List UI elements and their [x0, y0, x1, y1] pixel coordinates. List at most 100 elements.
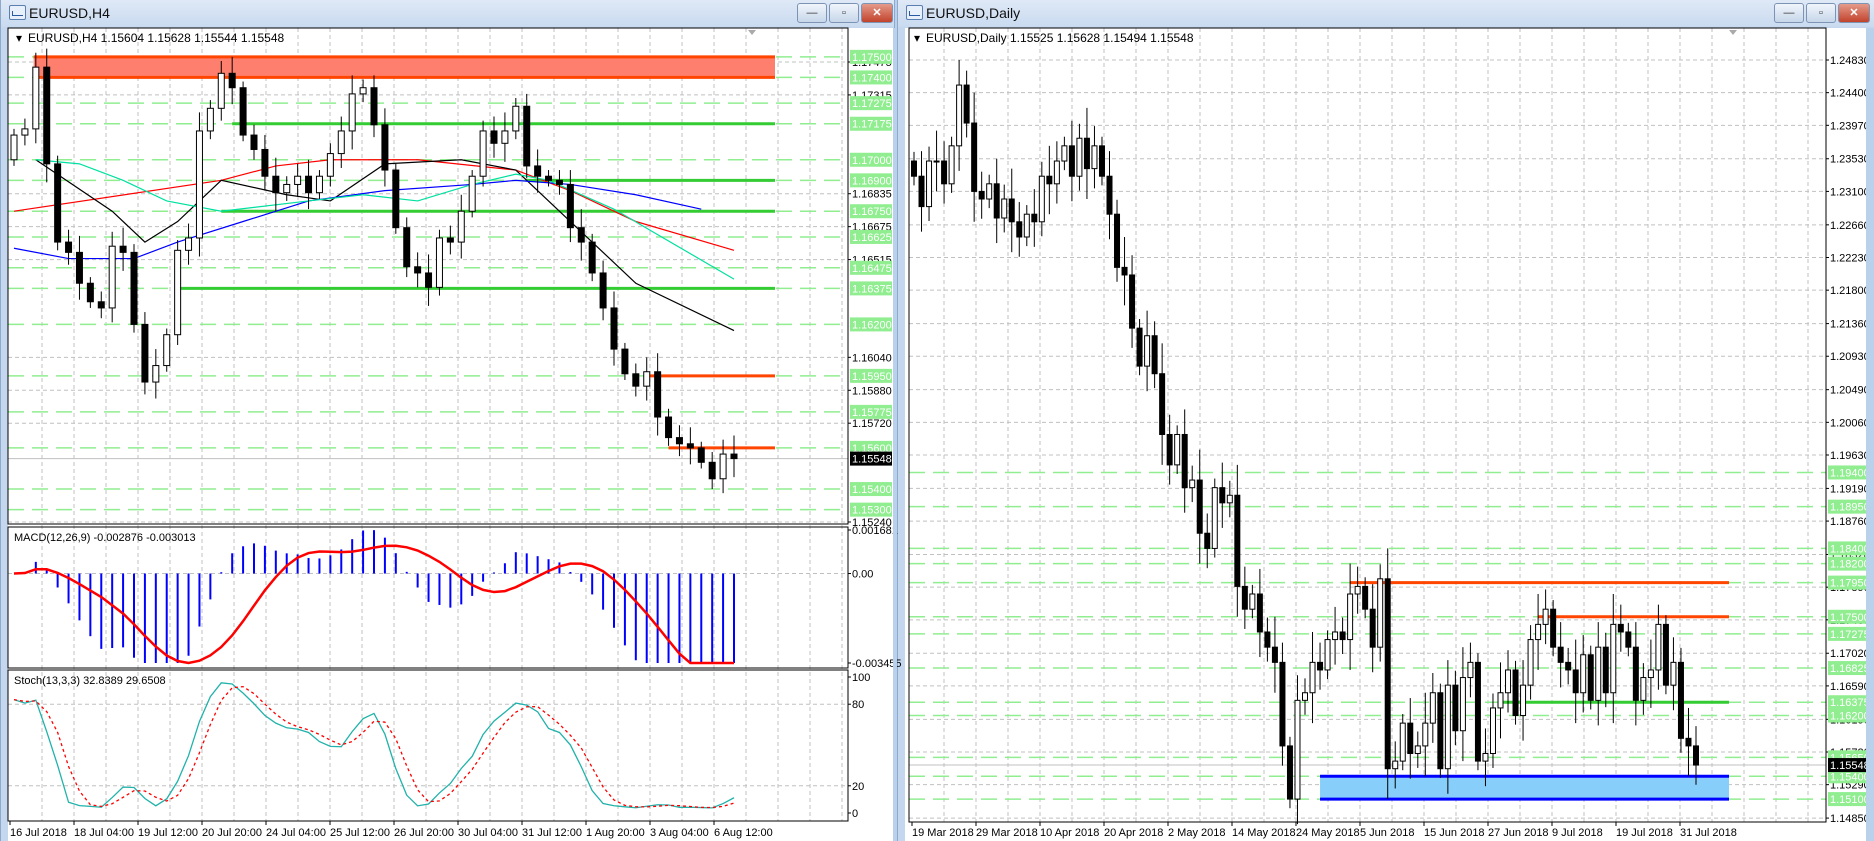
bullish-candle-body [948, 145, 955, 185]
bearish-candle-body [1602, 646, 1609, 694]
time-axis-label: 31 Jul 2018 [1680, 827, 1737, 839]
bearish-candle-body [228, 72, 236, 89]
bearish-candle-body [414, 266, 422, 274]
bearish-candle-body [141, 323, 149, 383]
bearish-candle-body [1625, 631, 1632, 648]
daily-collapse-icon[interactable]: ▾ [914, 31, 920, 45]
bullish-candle-body [359, 87, 367, 95]
bullish-candle-body [1535, 623, 1542, 641]
bullish-candle-body [195, 130, 203, 239]
bearish-candle-body [675, 437, 683, 445]
level-price-label: 1.17275 [852, 98, 892, 110]
time-axis-label: 15 Jun 2018 [1424, 827, 1485, 839]
daily-scrollbar[interactable] [1866, 28, 1874, 841]
bearish-candle-body [490, 130, 498, 144]
time-axis-label: 26 Jul 20:00 [394, 827, 454, 839]
bearish-candle-body [1362, 585, 1369, 610]
level-price-label: 1.17500 [852, 52, 892, 64]
level-price-label: 1.15950 [852, 371, 892, 383]
candle [1474, 653, 1481, 771]
bearish-candle-body [97, 301, 105, 309]
bearish-candle-body [1271, 646, 1278, 663]
bearish-candle-body [1159, 373, 1166, 435]
candle [54, 155, 62, 251]
bearish-candle-body [1046, 175, 1053, 185]
bullish-candle-body [1377, 578, 1384, 648]
bearish-candle-body [75, 251, 83, 284]
candle [43, 48, 51, 183]
bearish-candle-body [1587, 654, 1594, 701]
bearish-candle-body [1031, 213, 1038, 223]
bullish-candle-body [348, 93, 356, 132]
price-axis-label: 1.20060 [1830, 417, 1870, 429]
bearish-candle-body [1241, 585, 1248, 610]
time-axis-label: 2 May 2018 [1168, 827, 1225, 839]
bullish-candle-body [926, 160, 933, 208]
bullish-candle-body [174, 249, 182, 336]
resistance-zone [33, 56, 776, 78]
bearish-candle-body [1437, 692, 1444, 770]
bullish-candle-body [1505, 669, 1512, 694]
charts-canvas[interactable]: 1.174751.173151.168351.166751.165151.160… [0, 0, 1874, 841]
h4-collapse-icon[interactable]: ▾ [16, 31, 22, 45]
price-axis-label: 1.24830 [1830, 55, 1870, 67]
price-axis-label: 1.22660 [1830, 220, 1870, 232]
level-price-label: 1.18200 [1830, 559, 1870, 571]
bullish-candle-body [217, 72, 225, 109]
candle [1512, 660, 1519, 725]
bullish-candle-body [1640, 677, 1647, 701]
bearish-candle-body [1474, 661, 1481, 762]
bearish-candle-body [1617, 623, 1624, 633]
time-axis-label: 27 Jun 2018 [1488, 827, 1549, 839]
time-axis-label: 20 Jul 20:00 [202, 827, 262, 839]
level-price-label: 1.17175 [852, 119, 892, 131]
candle [468, 170, 476, 218]
level-price-label: 1.18400 [1830, 543, 1870, 555]
bullish-candle-body [1061, 145, 1068, 162]
bullish-candle-body [933, 160, 940, 163]
bearish-candle-body [697, 447, 705, 463]
candle [523, 93, 531, 179]
bearish-candle-body [978, 190, 985, 200]
level-price-label: 1.17950 [1830, 578, 1870, 590]
macd-label: MACD(12,26,9) -0.002876 -0.003013 [14, 532, 196, 544]
bullish-candle-body [512, 105, 520, 132]
time-axis-label: 6 Aug 12:00 [714, 827, 773, 839]
bearish-candle-body [599, 272, 607, 309]
price-axis-label: 1.15720 [852, 418, 892, 430]
h4-scrollbar[interactable] [893, 28, 897, 841]
bearish-candle-body [1129, 274, 1136, 329]
bullish-candle-body [21, 128, 29, 136]
price-axis-label: 1.20490 [1830, 385, 1870, 397]
level-price-label: 1.17275 [1830, 629, 1870, 641]
stochastic-axis-label: 80 [852, 699, 864, 711]
bullish-candle-body [337, 130, 345, 155]
bearish-candle-body [1693, 745, 1699, 766]
level-price-label: 1.17000 [852, 155, 892, 167]
macd-axis-label: 0.00 [852, 569, 873, 581]
bearish-candle-body [1286, 745, 1293, 800]
bearish-candle-body [370, 87, 378, 126]
time-axis-label: 24 Jul 04:00 [266, 827, 326, 839]
bullish-candle-body [1226, 494, 1233, 504]
bearish-candle-body [545, 175, 553, 181]
level-price-label: 1.16825 [1830, 663, 1870, 675]
candle [141, 312, 149, 395]
bearish-candle-body [1083, 137, 1090, 170]
bullish-candle-body [206, 107, 214, 132]
bearish-candle-body [686, 443, 694, 449]
price-axis-label: 1.20930 [1830, 351, 1870, 363]
bullish-candle-body [1347, 593, 1354, 641]
bullish-candle-body [1144, 335, 1151, 367]
candle [174, 240, 182, 345]
bearish-candle-body [941, 160, 948, 185]
bullish-candle-body [1482, 753, 1489, 762]
price-axis-label: 1.22230 [1830, 252, 1870, 264]
bullish-candle-body [1294, 699, 1301, 800]
time-axis-label: 29 Mar 2018 [976, 827, 1038, 839]
bullish-candle-body [956, 84, 963, 147]
price-axis-label: 1.17020 [1830, 648, 1870, 660]
bearish-candle-body [261, 148, 269, 177]
bearish-candle-body [534, 165, 542, 177]
bearish-candle-body [1512, 669, 1519, 717]
